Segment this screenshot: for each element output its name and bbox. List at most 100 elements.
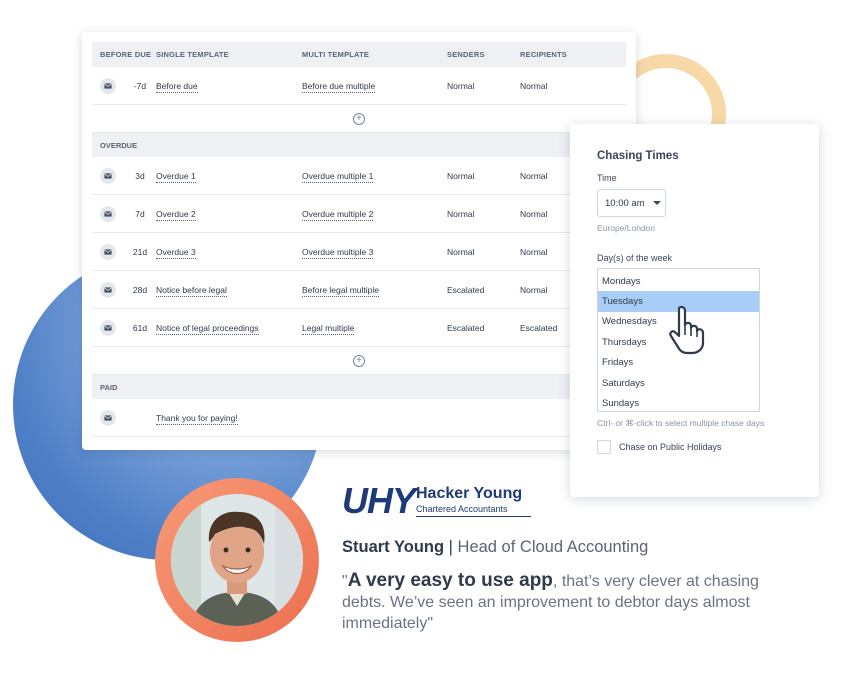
multi-select-hint: Ctrl- or ⌘-click to select multiple chas… (597, 418, 765, 428)
multi-template-cell: Before legal multiple (302, 284, 447, 297)
header-recipients: RECIPIENTS (520, 50, 568, 59)
mail-icon (100, 167, 116, 184)
header-multi-template: MULTI TEMPLATE (302, 50, 370, 59)
header-single-template: SINGLE TEMPLATE (156, 50, 229, 59)
timezone-text: Europe/London (597, 223, 656, 233)
senders-cell: Normal (447, 208, 475, 219)
panel-title: Chasing Times (597, 150, 679, 162)
logo-subtitle: Chartered Accountants (416, 504, 508, 514)
plus-circle-icon[interactable]: + (353, 354, 365, 367)
multi-template-cell: Overdue multiple 3 (302, 246, 447, 259)
time-label: Time (597, 173, 617, 183)
senders-cell: Escalated (447, 284, 485, 295)
due-cell: 7d (92, 205, 156, 222)
single-template-link[interactable]: Notice of legal proceedings (156, 322, 259, 335)
mail-icon (100, 243, 116, 260)
single-template-cell: Overdue 1 (156, 170, 302, 183)
avatar-ring (155, 478, 319, 642)
logo-underline (416, 516, 531, 517)
days-offset: 3d (135, 170, 145, 181)
multi-template-link[interactable]: Before legal multiple (302, 284, 380, 297)
chevron-down-icon (652, 201, 661, 205)
multi-template-link[interactable]: Overdue multiple 2 (302, 208, 374, 221)
public-holidays-label: Chase on Public Holidays (619, 442, 722, 452)
table-row: -7d Before due Before due multiple Normal No… (92, 67, 626, 105)
avatar (171, 494, 303, 626)
avatar-illustration (171, 494, 303, 626)
table-row: 61d Notice of legal proceedings Legal mult… (92, 309, 626, 347)
day-option-sundays[interactable]: Sundays (598, 393, 759, 413)
table-row: 21d Overdue 3 Overdue multiple 3 Normal Norm… (92, 233, 626, 271)
table-row: 7d Overdue 2 Overdue multiple 2 Normal Norma… (92, 195, 626, 233)
public-holidays-option[interactable]: Chase on Public Holidays (597, 440, 819, 454)
due-cell: 3d (92, 167, 156, 184)
mail-icon (100, 319, 116, 336)
mail-icon (100, 205, 116, 222)
multi-template-link[interactable]: Overdue multiple 3 (302, 246, 374, 259)
uhy-logo: UHY Hacker Young Chartered Accountants (342, 480, 531, 521)
section-overdue: OVERDUE (92, 133, 626, 157)
person-role: Head of Cloud Accounting (457, 538, 649, 556)
single-template-cell: Overdue 3 (156, 246, 302, 259)
time-value: 10:00 am (605, 197, 645, 209)
day-option-saturdays[interactable]: Saturdays (598, 373, 759, 393)
days-offset: 21d (132, 246, 148, 257)
days-offset: 61d (132, 322, 148, 333)
senders-cell: Normal (447, 80, 475, 91)
logo-mark: UHY (342, 480, 416, 521)
testimonial-quote: "A very easy to use app, that’s very cle… (342, 570, 762, 634)
single-template-cell: Thank you for paying! (156, 412, 302, 425)
due-cell: 28d (92, 281, 156, 298)
days-offset: -7d (133, 80, 147, 91)
hand-pointer-icon (669, 305, 705, 355)
header-senders: SENDERS (447, 50, 485, 59)
single-template-link[interactable]: Overdue 1 (156, 170, 196, 183)
separator: | (444, 538, 458, 556)
day-option-fridays[interactable]: Fridays (598, 353, 759, 373)
single-template-link[interactable]: Thank you for paying! (156, 412, 238, 425)
add-overdue-row: + (92, 347, 626, 375)
due-cell (92, 409, 156, 426)
multi-template-link[interactable]: Legal multiple (302, 322, 355, 335)
multi-template-cell: Before due multiple (302, 80, 447, 93)
single-template-link[interactable]: Overdue 2 (156, 208, 196, 221)
table-header: BEFORE DUE SINGLE TEMPLATE MULTI TEMPLAT… (92, 42, 626, 67)
mail-icon (100, 77, 116, 94)
due-cell: 61d (92, 319, 156, 336)
plus-circle-icon[interactable]: + (353, 112, 365, 125)
time-select[interactable]: 10:00 am (597, 189, 666, 217)
days-offset: 28d (132, 284, 148, 295)
person-name: Stuart Young (342, 538, 445, 556)
days-offset: 7d (135, 208, 145, 219)
table-row: Thank you for paying! (92, 399, 626, 437)
mail-icon (100, 409, 116, 426)
table-row: 28d Notice before legal Before legal multi… (92, 271, 626, 309)
multi-template-link[interactable]: Before due multiple (302, 80, 376, 93)
single-template-link[interactable]: Overdue 3 (156, 246, 196, 259)
add-before-due-row: + (92, 105, 626, 133)
due-cell: 21d (92, 243, 156, 260)
multi-template-cell: Overdue multiple 1 (302, 170, 447, 183)
senders-cell: Escalated (447, 322, 485, 333)
single-template-cell: Notice before legal (156, 284, 302, 297)
senders-cell: Normal (447, 246, 475, 257)
multi-template-cell: Overdue multiple 2 (302, 208, 447, 221)
person-line: Stuart Young | Head of Cloud Accounting (342, 538, 648, 557)
mail-icon (100, 281, 116, 298)
table-row: 3d Overdue 1 Overdue multiple 1 Normal Norma… (92, 157, 626, 195)
header-before-due: BEFORE DUE (100, 50, 152, 59)
multi-template-cell: Legal multiple (302, 322, 447, 335)
public-holidays-checkbox[interactable] (597, 440, 611, 454)
section-paid: PAID (92, 375, 626, 399)
days-label: Day(s) of the week (597, 253, 673, 263)
single-template-link[interactable]: Notice before legal (156, 284, 227, 297)
single-template-link[interactable]: Before due (156, 80, 198, 93)
recipients-cell: Normal (520, 80, 548, 91)
single-template-cell: Before due (156, 80, 302, 93)
chase-schedule-table: BEFORE DUE SINGLE TEMPLATE MULTI TEMPLAT… (82, 32, 636, 450)
multi-template-link[interactable]: Overdue multiple 1 (302, 170, 374, 183)
single-template-cell: Notice of legal proceedings (156, 322, 302, 335)
due-cell: -7d (92, 77, 156, 94)
day-option-mondays[interactable]: Mondays (598, 271, 759, 291)
logo-name: Hacker Young (416, 485, 523, 502)
